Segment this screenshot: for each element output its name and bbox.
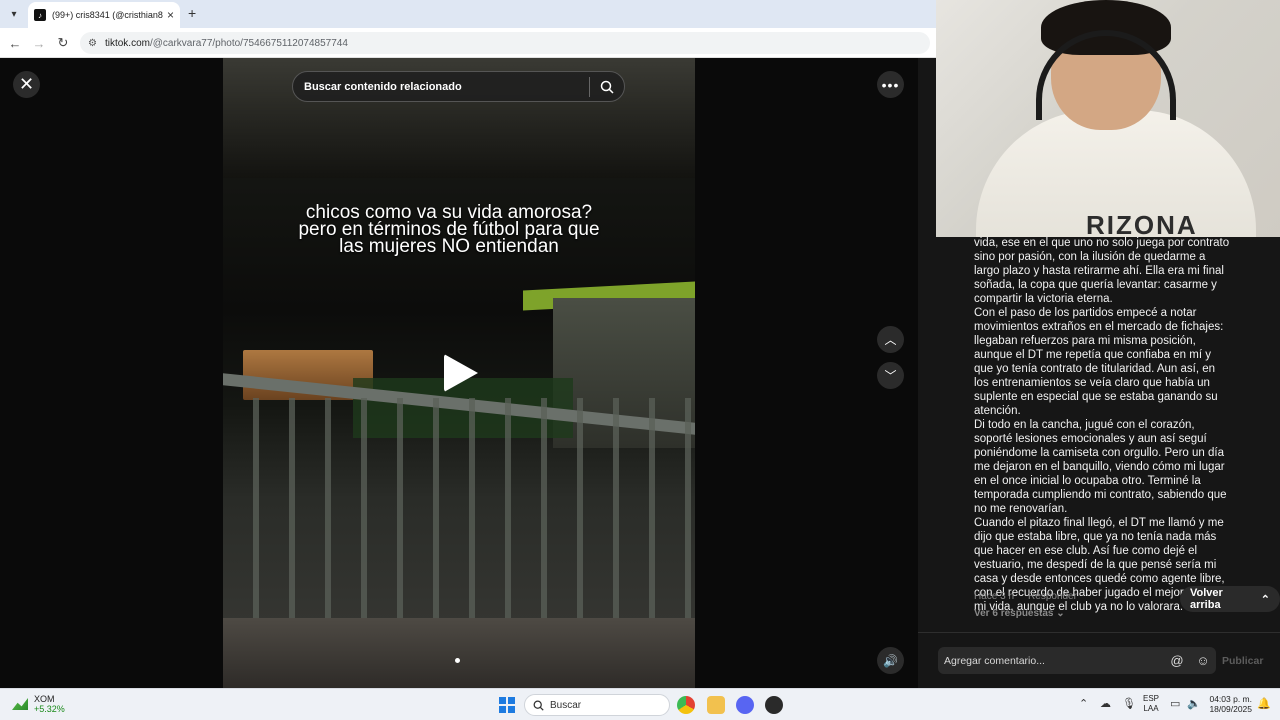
system-clock[interactable]: 04:03 p. m. 18/09/2025 <box>1204 694 1252 714</box>
chrome-icon[interactable] <box>677 696 695 714</box>
reload-icon[interactable]: ↻ <box>54 34 72 52</box>
clock-date: 18/09/2025 <box>1209 704 1252 714</box>
previous-post-chevron-up-icon[interactable]: ︿ <box>877 326 904 353</box>
view-replies-label: Ver 6 respuestas <box>974 608 1054 619</box>
new-tab-icon[interactable]: + <box>188 5 196 21</box>
language-line: LAA <box>1143 704 1159 713</box>
related-search-input[interactable]: Buscar contenido relacionado <box>292 71 625 102</box>
panel-divider <box>918 632 1280 633</box>
network-icon[interactable]: ▭ <box>1170 697 1180 710</box>
emoji-icon[interactable]: ☺ <box>1190 653 1216 668</box>
show-hidden-icons-icon[interactable]: ⌃ <box>1079 697 1088 710</box>
hoodie-logo: RIZONA <box>1086 210 1198 237</box>
photo-floor <box>223 618 695 688</box>
app-icon[interactable] <box>765 696 783 714</box>
carousel-dot[interactable] <box>455 658 460 663</box>
url-text: tiktok.com/@carkvara77/photo/75466751120… <box>105 38 348 49</box>
photo-caption: chicos como va su vida amorosa? pero en … <box>223 203 675 257</box>
microphone-icon[interactable]: 🎙 <box>1122 697 1136 710</box>
reply-link[interactable]: Responder <box>1028 591 1077 602</box>
back-arrow-icon[interactable]: ← <box>6 34 24 52</box>
stock-change: +5.32% <box>34 704 65 714</box>
notification-icon[interactable]: 🔔 <box>1257 697 1271 710</box>
view-replies-link[interactable]: Ver 6 respuestas ⌄ <box>974 608 1065 619</box>
volume-icon[interactable]: 🔊 <box>877 647 904 674</box>
comment-input-placeholder: Agregar comentario... <box>944 654 1045 667</box>
stock-name: XOM <box>34 694 55 704</box>
photo-viewer: chicos como va su vida amorosa? pero en … <box>0 58 918 688</box>
comment-paragraph: Con el paso de los partidos empecé a not… <box>974 307 1224 417</box>
taskbar-search-placeholder: Buscar <box>550 699 582 711</box>
comment-paragraph: Di todo en la cancha, jugué con el coraz… <box>974 419 1227 515</box>
tab-title: (99+) cris8341 (@cristhian8341 <box>52 10 163 20</box>
taskbar-search-input[interactable]: Buscar <box>524 694 670 716</box>
tab-search-dropdown-icon[interactable]: ▾ <box>6 6 22 22</box>
next-post-chevron-down-icon[interactable]: ﹀ <box>877 362 904 389</box>
site-info-icon[interactable]: ⚙ <box>88 38 97 49</box>
comment-input[interactable]: Agregar comentario... @ ☺ <box>938 647 1216 674</box>
stock-widget[interactable]: XOM +5.32% <box>12 694 65 714</box>
windows-start-icon[interactable] <box>499 697 515 713</box>
url-domain: tiktok.com <box>104 37 150 49</box>
chevron-down-icon: ⌄ <box>1056 608 1065 619</box>
back-to-top-label: Volver arriba <box>1190 587 1223 611</box>
webcam-overlay: RIZONA <box>936 0 1280 237</box>
tiktok-favicon-icon: ♪ <box>34 9 46 21</box>
clock-time: 04:03 p. m. <box>1209 694 1252 704</box>
language-line: ESP <box>1143 694 1160 703</box>
publish-button[interactable]: Publicar <box>1222 655 1263 667</box>
stock-chart-icon <box>12 698 28 710</box>
carousel-indicator <box>455 658 460 663</box>
mention-icon[interactable]: @ <box>1164 653 1190 668</box>
comment-meta: Hace 3 h Responder <box>974 591 1077 602</box>
discord-icon[interactable] <box>736 696 754 714</box>
speaker-icon[interactable]: 🔈 <box>1187 697 1201 710</box>
double-chevron-up-icon: ⌃ <box>1260 593 1270 606</box>
comment-text: vida, ese en el que uno no solo juega po… <box>974 236 1232 614</box>
search-icon[interactable] <box>590 80 624 94</box>
comment-paragraph: vida, ese en el que uno no solo juega po… <box>974 237 1230 305</box>
taskbar: XOM +5.32% Buscar ⌃ ☁ 🎙 ESP LAA ▭ 🔈 04:0… <box>0 688 1280 720</box>
address-bar[interactable]: ⚙ tiktok.com/@carkvara77/photo/754667511… <box>80 32 930 54</box>
forward-arrow-icon[interactable]: → <box>30 34 48 52</box>
search-icon <box>533 700 544 711</box>
caption-line: las mujeres NO entiendan <box>339 236 559 257</box>
browser-tab[interactable]: ♪ (99+) cris8341 (@cristhian8341 × <box>28 2 180 28</box>
related-search-placeholder: Buscar contenido relacionado <box>304 80 462 93</box>
file-explorer-icon[interactable] <box>707 696 725 714</box>
comment-time: Hace 3 h <box>974 591 1015 602</box>
play-icon[interactable] <box>444 354 478 392</box>
tab-close-icon[interactable]: × <box>167 8 174 22</box>
language-indicator[interactable]: ESP LAA <box>1143 694 1159 714</box>
url-path: /@carkvara77/photo/7546675112074857744 <box>149 37 348 49</box>
close-viewer-button[interactable]: ✕ <box>13 71 40 98</box>
back-to-top-button[interactable]: Volver arriba ⌃ <box>1180 586 1280 612</box>
onedrive-cloud-icon[interactable]: ☁ <box>1100 697 1111 710</box>
more-options-icon[interactable]: ••• <box>877 71 904 98</box>
